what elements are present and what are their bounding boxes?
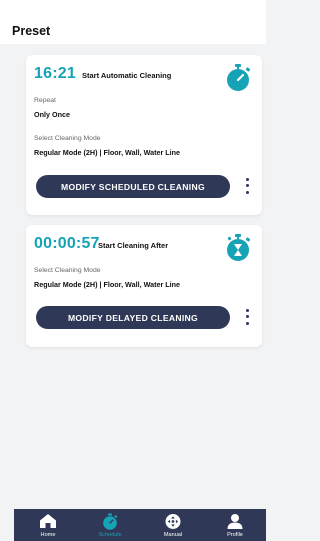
delayed-cleaning-card: 00:00:57 Start Cleaning After Select Cle… — [26, 225, 262, 347]
tab-home[interactable]: Home — [20, 509, 76, 541]
repeat-value: Only Once — [34, 110, 70, 119]
tab-profile[interactable]: Profile — [207, 509, 263, 541]
bottom-tab-bar: Home Schedule Manual Profile — [14, 509, 266, 541]
scheduled-time: 16:21 — [34, 65, 76, 82]
hourglass-timer-icon — [227, 234, 251, 261]
repeat-label: Repeat — [34, 97, 56, 104]
mode-label: Select Cleaning Mode — [34, 135, 101, 142]
page-header: Preset — [0, 0, 266, 44]
scheduled-caption: Start Automatic Cleaning — [82, 71, 172, 80]
more-options-icon[interactable] — [242, 176, 252, 196]
tab-label: Manual — [163, 532, 183, 538]
gamepad-icon — [165, 514, 181, 529]
profile-icon — [227, 514, 243, 529]
delay-caption: Start Cleaning After — [98, 241, 169, 250]
mode-value: Regular Mode (2H) | Floor, Wall, Water L… — [34, 280, 181, 289]
tab-label: Home — [40, 532, 56, 538]
schedule-icon — [103, 513, 118, 530]
page-title: Preset — [12, 24, 51, 38]
more-options-icon[interactable] — [242, 307, 252, 327]
tab-label: Profile — [227, 532, 243, 538]
stopwatch-icon — [227, 64, 251, 91]
tab-label: Schedule — [98, 532, 122, 538]
mode-label: Select Cleaning Mode — [34, 267, 101, 274]
home-icon — [40, 514, 56, 528]
modify-delayed-cleaning-button[interactable]: MODIFY DELAYED CLEANING — [36, 306, 230, 329]
modify-scheduled-cleaning-button[interactable]: MODIFY SCHEDULED CLEANING — [36, 175, 230, 198]
tab-manual[interactable]: Manual — [145, 509, 201, 541]
mode-value: Regular Mode (2H) | Floor, Wall, Water L… — [34, 148, 181, 157]
tab-schedule[interactable]: Schedule — [82, 509, 138, 541]
scheduled-cleaning-card: 16:21 Start Automatic Cleaning Repeat On… — [26, 55, 262, 215]
delay-countdown: 00:00:57 — [34, 235, 100, 252]
